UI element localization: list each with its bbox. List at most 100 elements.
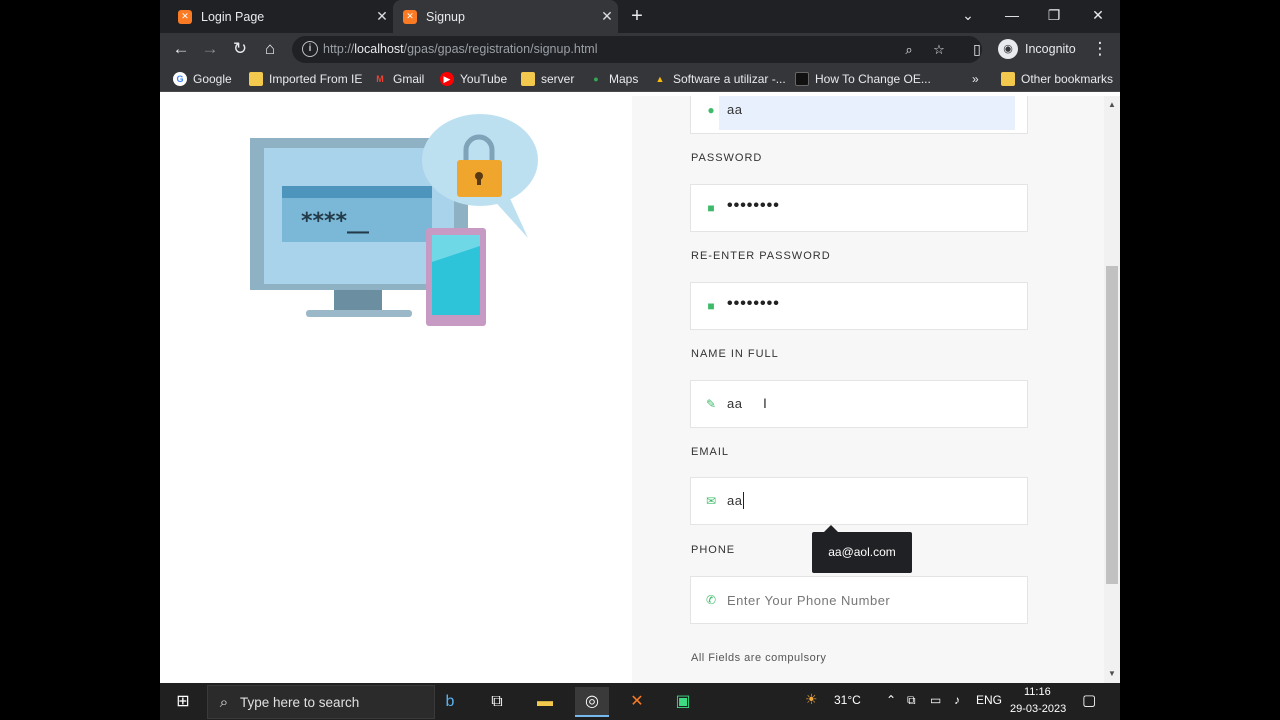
- page-scrollbar[interactable]: ▲ ▼: [1104, 96, 1120, 683]
- xampp-taskbar-icon[interactable]: ✕: [620, 687, 654, 717]
- minimize-icon[interactable]: —: [992, 3, 1032, 27]
- network-icon[interactable]: ⧉: [907, 693, 916, 708]
- forward-icon[interactable]: →: [198, 37, 222, 61]
- weather-icon[interactable]: ☀: [805, 691, 818, 708]
- windows-start-icon[interactable]: ⊞: [166, 687, 200, 717]
- bookmark-maps[interactable]: ● Maps: [589, 70, 638, 88]
- folder-icon: [521, 72, 535, 86]
- language-indicator[interactable]: ENG: [976, 693, 1002, 707]
- volume-icon[interactable]: ♪: [954, 693, 960, 707]
- display-icon[interactable]: ▭: [930, 693, 941, 707]
- incognito-indicator[interactable]: ◉ Incognito: [998, 37, 1076, 61]
- bookmark-imported-from-ie[interactable]: Imported From IE: [249, 70, 362, 88]
- signup-form: ● aa PASSWORD ■ •••••••• RE-ENTER PASSWO…: [632, 96, 1104, 683]
- bookmark-software[interactable]: ▲ Software a utilizar -...: [653, 70, 786, 88]
- drive-icon: ▲: [653, 72, 667, 86]
- username-field[interactable]: ● aa: [690, 96, 1028, 134]
- reenter-password-field[interactable]: ■ ••••••••: [690, 282, 1028, 330]
- site-info-icon[interactable]: i: [302, 41, 318, 57]
- close-tab-icon[interactable]: ✕: [596, 8, 618, 25]
- bookmark-label: server: [541, 72, 575, 86]
- bookmarks-bar: G Google Imported From IE M Gmail ▶ YouT…: [160, 65, 1120, 92]
- bookmark-label: Google: [193, 72, 232, 86]
- weather-temp[interactable]: 31°C: [834, 693, 861, 707]
- reenter-password-value: ••••••••: [727, 295, 780, 312]
- name-label: NAME IN FULL: [691, 348, 779, 360]
- new-tab-icon[interactable]: +: [626, 5, 648, 27]
- close-tab-icon[interactable]: ✕: [371, 8, 393, 25]
- password-field[interactable]: ■ ••••••••: [690, 184, 1028, 232]
- bookmark-gmail[interactable]: M Gmail: [373, 70, 424, 88]
- phone-placeholder: Enter Your Phone Number: [727, 593, 891, 608]
- android-studio-icon[interactable]: ▣: [666, 687, 700, 717]
- back-icon[interactable]: ←: [169, 37, 193, 61]
- tab-signup[interactable]: ✕ Signup ✕: [393, 0, 618, 33]
- tab-title: Signup: [426, 9, 465, 24]
- scroll-up-icon[interactable]: ▲: [1104, 98, 1120, 112]
- bookmark-label: Software a utilizar -...: [673, 72, 786, 86]
- autofill-highlight: [719, 96, 1015, 130]
- email-autofill-suggestion[interactable]: aa@aol.com: [812, 525, 912, 573]
- file-explorer-icon[interactable]: ▬: [528, 687, 562, 717]
- windows-taskbar: ⊞ ⌕ Type here to search b ⧉ ▬ ◎ ✕ ▣ ☀ 31…: [160, 683, 1120, 720]
- user-icon: ●: [707, 103, 715, 117]
- phone-label: PHONE: [691, 544, 736, 556]
- bing-icon[interactable]: b: [433, 687, 467, 717]
- phone-field[interactable]: ✆ Enter Your Phone Number: [690, 576, 1028, 624]
- task-view-icon[interactable]: ⧉: [480, 687, 514, 717]
- clock-time[interactable]: 11:16: [1024, 686, 1051, 698]
- taskbar-search[interactable]: ⌕ Type here to search: [207, 685, 435, 719]
- illustration-pane: ****__: [160, 96, 632, 683]
- bookmark-label: Maps: [609, 72, 639, 86]
- text-cursor-icon: I: [763, 395, 767, 411]
- show-hidden-icons[interactable]: ⌃: [886, 693, 896, 707]
- browser-toolbar: ← → ↻ ⌂ i http://localhost/gpas/gpas/reg…: [160, 33, 1120, 65]
- email-label: EMAIL: [691, 446, 730, 458]
- incognito-icon: ◉: [998, 39, 1018, 59]
- reenter-password-label: RE-ENTER PASSWORD: [691, 250, 831, 262]
- clock-date[interactable]: 29-03-2023: [1010, 703, 1066, 715]
- password-box-header: [282, 186, 432, 198]
- password-value: ••••••••: [727, 197, 780, 214]
- monitor-base: [306, 310, 412, 317]
- compulsory-note: All Fields are compulsory: [691, 652, 827, 664]
- google-icon: G: [173, 72, 187, 86]
- tab-search-icon[interactable]: ⌄: [948, 3, 988, 27]
- page-viewport: ****__ ● aa PASSWORD ■ •••••••• RE-ENTER…: [160, 96, 1120, 683]
- email-field[interactable]: ✉ aa: [690, 477, 1028, 525]
- more-bookmarks-icon[interactable]: »: [972, 70, 979, 88]
- bookmark-server[interactable]: server: [521, 70, 574, 88]
- bookmark-other[interactable]: Other bookmarks: [1001, 70, 1113, 88]
- restore-icon[interactable]: ❐: [1034, 3, 1074, 27]
- bookmark-youtube[interactable]: ▶ YouTube: [440, 70, 507, 88]
- monitor-stand: [334, 290, 382, 310]
- search-placeholder: Type here to search: [240, 694, 360, 710]
- folder-icon: [249, 72, 263, 86]
- scrollbar-thumb[interactable]: [1106, 266, 1118, 584]
- xampp-icon: ✕: [178, 9, 192, 24]
- gmail-icon: M: [373, 72, 387, 86]
- scroll-down-icon[interactable]: ▼: [1104, 667, 1120, 681]
- caret: [743, 492, 744, 509]
- zoom-icon[interactable]: ⌕: [899, 40, 919, 60]
- bookmark-label: YouTube: [460, 72, 508, 86]
- url-text: http://localhost/gpas/gpas/registration/…: [323, 42, 598, 56]
- address-bar[interactable]: i http://localhost/gpas/gpas/registratio…: [292, 36, 982, 63]
- edit-icon: ✎: [705, 397, 717, 411]
- reload-icon[interactable]: ↻: [228, 37, 252, 61]
- envelope-icon: ✉: [705, 494, 717, 508]
- padlock-keyhole-slot: [477, 176, 481, 185]
- home-icon[interactable]: ⌂: [258, 37, 282, 61]
- name-field[interactable]: ✎ aa I: [690, 380, 1028, 428]
- menu-icon[interactable]: ⋮: [1088, 37, 1112, 61]
- side-panel-icon[interactable]: ▯: [965, 37, 989, 61]
- bookmark-how-to-change[interactable]: How To Change OE...: [795, 70, 931, 88]
- masked-password-text: ****__: [301, 209, 369, 234]
- xampp-icon: ✕: [403, 9, 417, 24]
- bookmark-star-icon[interactable]: ☆: [929, 40, 949, 60]
- chrome-icon[interactable]: ◎: [575, 687, 609, 717]
- bookmark-google[interactable]: G Google: [173, 70, 232, 88]
- close-window-icon[interactable]: ✕: [1078, 3, 1118, 27]
- tab-login-page[interactable]: ✕ Login Page ✕: [168, 0, 393, 33]
- notifications-icon[interactable]: ▢: [1082, 691, 1096, 709]
